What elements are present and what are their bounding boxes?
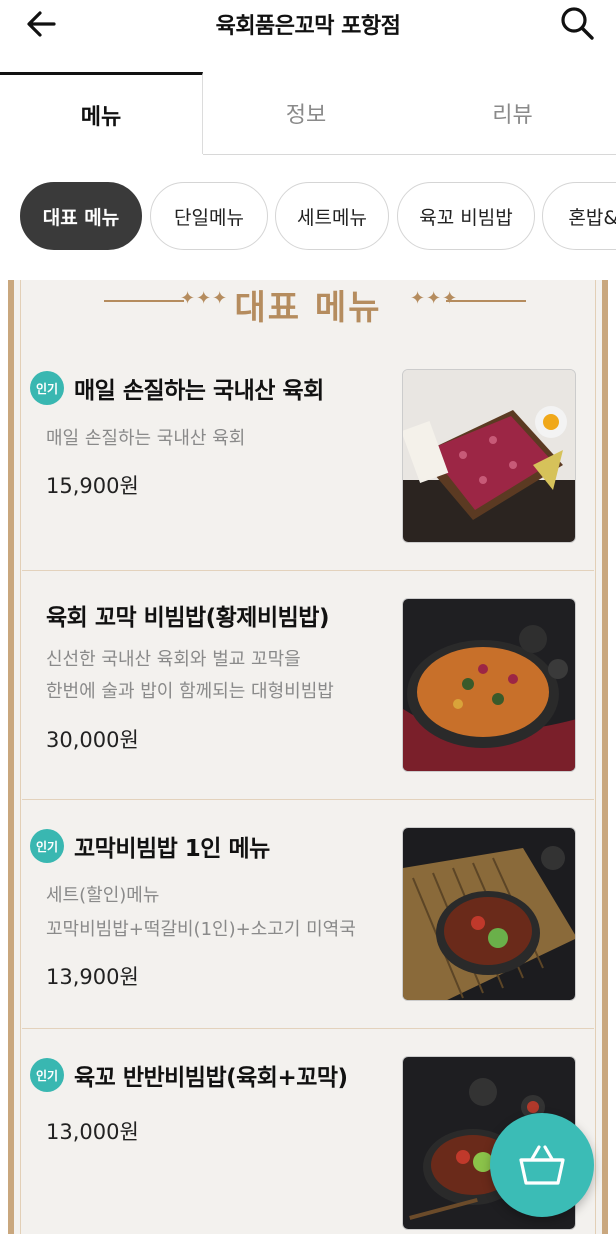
chip-signature-menu[interactable]: 대표 메뉴 [20, 182, 142, 250]
tab-menu[interactable]: 메뉴 [0, 72, 203, 154]
menu-item-price: 15,900원 [46, 474, 139, 498]
menu-item-price: 13,000원 [46, 1120, 139, 1144]
app-header: 육회품은꼬막 포항점 [0, 0, 616, 50]
large-bibimbap-pan-image [402, 598, 576, 772]
menu-item-name: 육회 꼬막 비빔밥(황제비빔밥) [46, 605, 329, 631]
section-header: ✦✦✦ 대표 메뉴 ✦✦✦ [14, 280, 602, 334]
tab-divider [203, 154, 616, 155]
menu-item-price: 13,900원 [46, 965, 139, 989]
popular-badge: 인기 [30, 829, 64, 863]
menu-item-name: 꼬막비빔밥 1인 메뉴 [74, 836, 270, 862]
search-icon[interactable] [558, 4, 596, 42]
page-title: 육회품은꼬막 포항점 [215, 14, 401, 39]
chip-bibimbap[interactable]: 육꼬 비빔밥 [397, 182, 535, 250]
popular-badge: 인기 [30, 1058, 64, 1092]
chip-set-menu[interactable]: 세트메뉴 [275, 182, 389, 250]
menu-item-desc: 세트(할인)메뉴 [46, 885, 160, 906]
item-divider [22, 1028, 594, 1029]
chip-single-menu[interactable]: 단일메뉴 [150, 182, 268, 250]
raw-beef-platter-image [402, 369, 576, 543]
menu-item-desc: 한번에 술과 밥이 함께되는 대형비빔밥 [46, 681, 334, 702]
decor-dots-right: ✦✦✦ [410, 288, 459, 309]
item-divider [22, 799, 594, 800]
menu-item-desc: 매일 손질하는 국내산 육회 [46, 428, 246, 449]
basket-icon [519, 1145, 565, 1185]
tab-info[interactable]: 정보 [203, 72, 409, 154]
menu-item-desc: 신선한 국내산 육회와 벌교 꼬막을 [46, 649, 301, 670]
menu-item-name: 육꼬 반반비빔밥(육회+꼬막) [74, 1065, 348, 1091]
section-title: 대표 메뉴 [234, 288, 382, 328]
menu-item-name: 매일 손질하는 국내산 육회 [74, 378, 324, 404]
menu-item-desc: 꼬막비빔밥+떡갈비(1인)+소고기 미역국 [46, 919, 356, 940]
menu-board: ✦✦✦ 대표 메뉴 ✦✦✦ 인기 매일 손질하는 국내산 육회 매일 손질하는 … [8, 280, 608, 1234]
chip-solo-meal[interactable]: 혼밥&혼 [542, 182, 616, 250]
item-divider [22, 570, 594, 571]
popular-badge: 인기 [30, 371, 64, 405]
menu-item-price: 30,000원 [46, 728, 139, 752]
tab-review[interactable]: 리뷰 [409, 72, 616, 154]
cockle-bibimbap-bowl-image [402, 827, 576, 1001]
category-chips: 대표 메뉴 단일메뉴 세트메뉴 육꼬 비빔밥 혼밥&혼 [0, 182, 616, 254]
decor-line-right [446, 300, 526, 302]
store-tabs: 메뉴 정보 리뷰 [0, 72, 616, 156]
cart-button[interactable] [490, 1113, 594, 1217]
